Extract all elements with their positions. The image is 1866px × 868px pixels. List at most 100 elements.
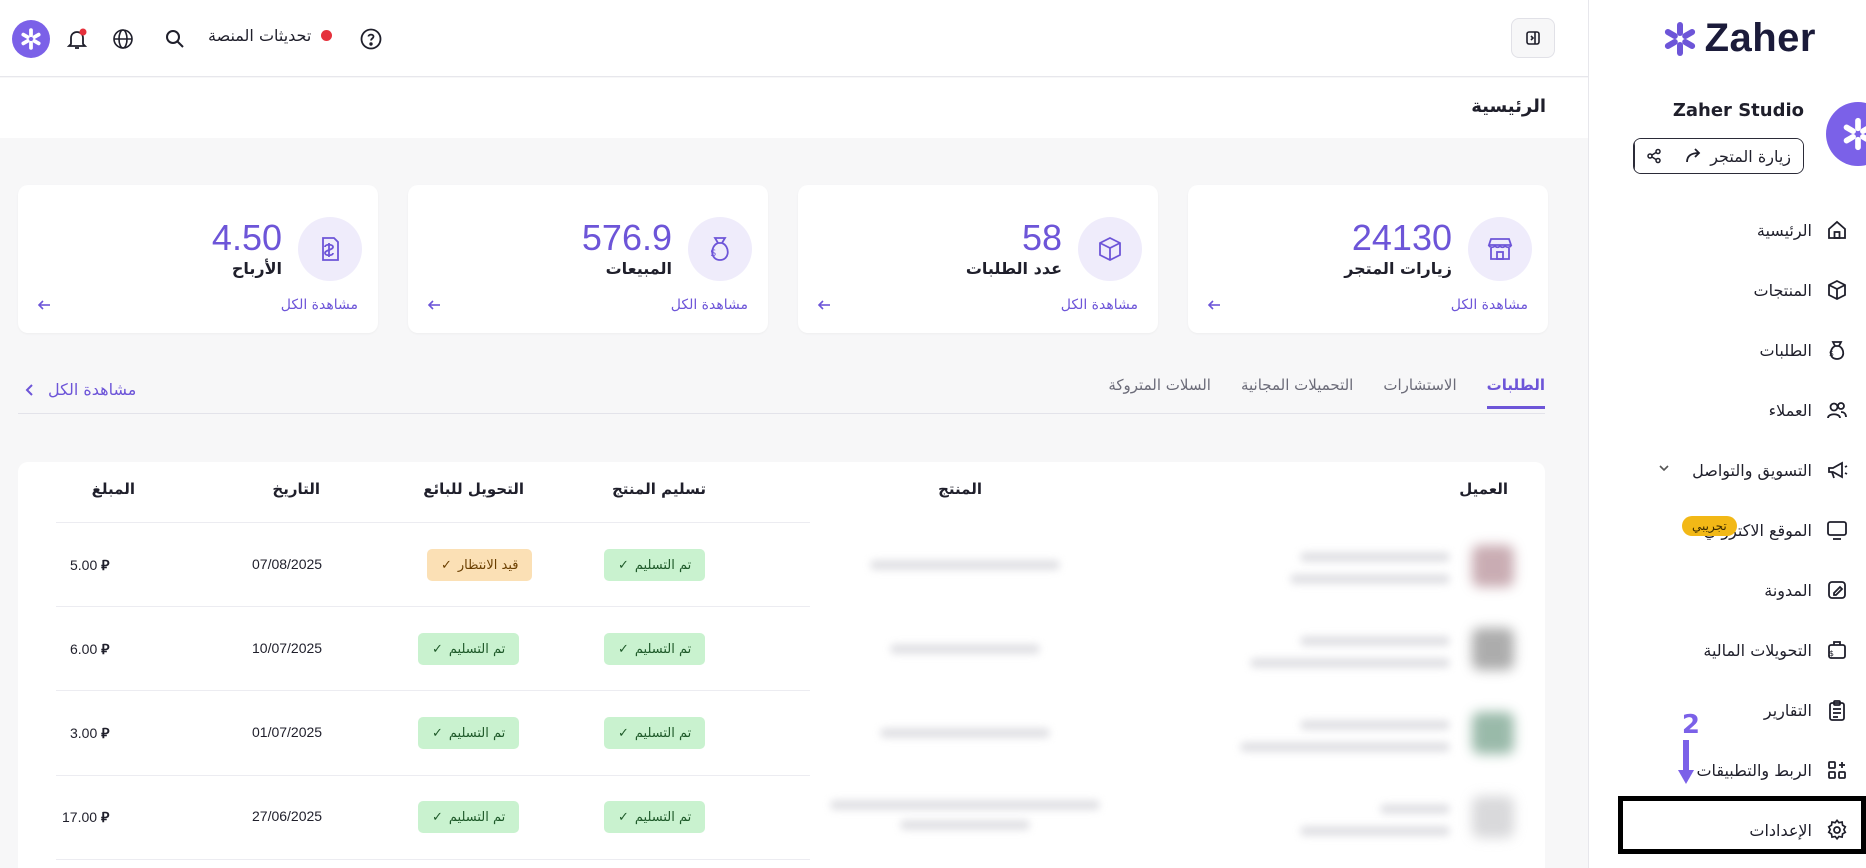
platform-updates-label: تحديثات المنصة bbox=[208, 26, 312, 45]
order-amount: 17.00 ⃁ bbox=[62, 809, 110, 825]
avatar-asterisk-icon bbox=[21, 28, 41, 50]
header-delivery: تسليم المنتج bbox=[611, 480, 706, 498]
sidebar-item-blog[interactable]: المدونة bbox=[1588, 560, 1866, 620]
card-see-all-link[interactable]: مشاهدة الكل bbox=[1451, 297, 1528, 313]
user-avatar[interactable] bbox=[12, 20, 50, 58]
card-orders-count: 58 عدد الطلبات مشاهدة الكل bbox=[798, 185, 1158, 333]
redo-arrow-icon bbox=[1686, 148, 1701, 163]
sidebar-item-customers[interactable]: العملاء bbox=[1588, 380, 1866, 440]
tab-consultations[interactable]: الاستشارات bbox=[1383, 376, 1456, 409]
arrow-left-icon[interactable] bbox=[816, 297, 832, 313]
settings-highlight-box bbox=[1618, 796, 1866, 854]
card-value: 58 bbox=[1021, 217, 1062, 258]
order-date: 07/08/2025 bbox=[252, 556, 323, 572]
edit-icon bbox=[1824, 577, 1850, 603]
card-store-visits: 24130 زيارات المتجر مشاهدة الكل bbox=[1188, 185, 1548, 333]
bell-icon bbox=[66, 28, 88, 49]
beta-badge: تجريبي bbox=[1682, 516, 1737, 536]
sidebar-item-transfers[interactable]: $ التحويلات المالية bbox=[1588, 620, 1866, 680]
language-button[interactable] bbox=[110, 26, 136, 52]
tab-abandoned-carts[interactable]: السلات المتروكة bbox=[1108, 376, 1211, 409]
sidebar-item-integrations[interactable]: الربط والتطبيقات bbox=[1588, 740, 1866, 800]
arrow-left-icon[interactable] bbox=[1206, 297, 1222, 313]
visit-store-button[interactable]: زيارة المتجر bbox=[1672, 139, 1803, 173]
sidebar: Zaher Zaher Studio زيارة المتجر الرئيسية… bbox=[1588, 0, 1866, 868]
customer-avatar-blurred bbox=[1472, 712, 1514, 754]
search-button[interactable] bbox=[162, 26, 188, 52]
header-amount: المبلغ bbox=[91, 480, 135, 498]
box-icon bbox=[1824, 277, 1850, 303]
receipt-icon bbox=[298, 217, 362, 281]
step-number-annotation: 2 bbox=[1681, 710, 1700, 740]
card-see-all-link[interactable]: مشاهدة الكل bbox=[281, 297, 358, 313]
clipboard-icon bbox=[1824, 697, 1850, 723]
delivery-status-badge: تم التسليم ✓ bbox=[604, 717, 706, 749]
updates-dot bbox=[321, 30, 333, 41]
logo-text: Zaher bbox=[1704, 16, 1816, 60]
see-all-label: مشاهدة الكل bbox=[48, 380, 137, 399]
transfer-status-badge: تم التسليم ✓ bbox=[418, 633, 520, 665]
tab-orders[interactable]: الطلبات bbox=[1486, 376, 1545, 409]
card-see-all-link[interactable]: مشاهدة الكل bbox=[671, 297, 748, 313]
header-product: المنتج bbox=[938, 480, 982, 498]
order-amount: 3.00 ⃁ bbox=[70, 725, 110, 741]
sidebar-item-label: الرئيسية bbox=[1756, 220, 1812, 240]
card-value: 576.9 bbox=[581, 217, 672, 258]
table-divider bbox=[56, 859, 810, 860]
customer-name-blurred bbox=[1300, 552, 1450, 562]
order-date: 10/07/2025 bbox=[252, 640, 323, 656]
help-button[interactable] bbox=[358, 26, 384, 52]
delivery-status-badge: تم التسليم ✓ bbox=[604, 633, 706, 665]
down-arrow-annotation-icon bbox=[1678, 740, 1694, 784]
arrow-left-icon[interactable] bbox=[36, 297, 52, 313]
customer-name-blurred bbox=[1300, 636, 1450, 646]
tab-free-downloads[interactable]: التحميلات المجانية bbox=[1241, 376, 1353, 409]
sidebar-item-reports[interactable]: التقارير bbox=[1588, 680, 1866, 740]
delivery-status-badge: تم التسليم ✓ bbox=[604, 801, 706, 833]
card-label: الأرباح bbox=[231, 259, 282, 278]
sidebar-item-home[interactable]: الرئيسية bbox=[1588, 200, 1866, 260]
order-date: 01/07/2025 bbox=[252, 724, 323, 740]
sidebar-item-label: المنتجات bbox=[1753, 280, 1813, 300]
sidebar-item-products[interactable]: المنتجات bbox=[1588, 260, 1866, 320]
sidebar-item-label: التحويلات المالية bbox=[1703, 640, 1812, 660]
tabs: الطلبات الاستشارات التحميلات المجانية ال… bbox=[1108, 376, 1545, 409]
monitor-icon bbox=[1824, 517, 1850, 543]
header-transfer: التحويل للبائع bbox=[423, 480, 524, 498]
header-date: التاريخ bbox=[272, 480, 320, 498]
transfer-status-badge: تم التسليم ✓ bbox=[418, 801, 520, 833]
arrow-left-icon[interactable] bbox=[426, 297, 442, 313]
platform-updates[interactable]: تحديثات المنصة bbox=[208, 26, 333, 45]
customer-name-blurred bbox=[1380, 804, 1450, 814]
store-actions: زيارة المتجر bbox=[1633, 138, 1804, 174]
megaphone-icon bbox=[1824, 457, 1850, 483]
sidebar-item-website[interactable]: الموقع الاكتروني تجريبي bbox=[1588, 500, 1866, 560]
table-divider bbox=[56, 606, 810, 607]
transfer-icon: $ bbox=[1824, 637, 1850, 663]
svg-text:$: $ bbox=[1829, 349, 1834, 358]
sidebar-item-label: المدونة bbox=[1764, 580, 1812, 600]
sidebar-item-marketing[interactable]: التسويق والتواصل bbox=[1588, 440, 1866, 500]
share-button[interactable] bbox=[1634, 139, 1673, 173]
product-name-blurred bbox=[870, 560, 1060, 570]
sidebar-toggle-icon bbox=[1526, 31, 1540, 45]
sidebar-item-orders[interactable]: $ الطلبات bbox=[1588, 320, 1866, 380]
share-icon bbox=[1646, 148, 1661, 164]
globe-icon bbox=[113, 29, 133, 49]
product-name-blurred bbox=[830, 800, 1100, 810]
store-avatar[interactable] bbox=[1826, 102, 1866, 166]
svg-text:$: $ bbox=[710, 248, 716, 259]
top-bar: تحديثات المنصة bbox=[0, 0, 1588, 77]
toggle-sidebar-button[interactable] bbox=[1511, 18, 1555, 58]
transfer-status-badge: قيد الانتظار ✓ bbox=[427, 549, 533, 581]
card-see-all-link[interactable]: مشاهدة الكل bbox=[1061, 297, 1138, 313]
svg-text:$: $ bbox=[1829, 649, 1834, 658]
money-bag-icon: $ bbox=[1824, 337, 1850, 363]
chevron-down-icon[interactable] bbox=[1658, 462, 1670, 474]
order-amount: 5.00 ⃁ bbox=[70, 557, 110, 573]
notifications-button[interactable] bbox=[64, 26, 90, 52]
see-all-link[interactable]: مشاهدة الكل bbox=[24, 380, 136, 399]
store-avatar-icon bbox=[1843, 117, 1866, 151]
logo[interactable]: Zaher bbox=[1661, 16, 1816, 61]
sidebar-item-label: التسويق والتواصل bbox=[1692, 460, 1812, 480]
